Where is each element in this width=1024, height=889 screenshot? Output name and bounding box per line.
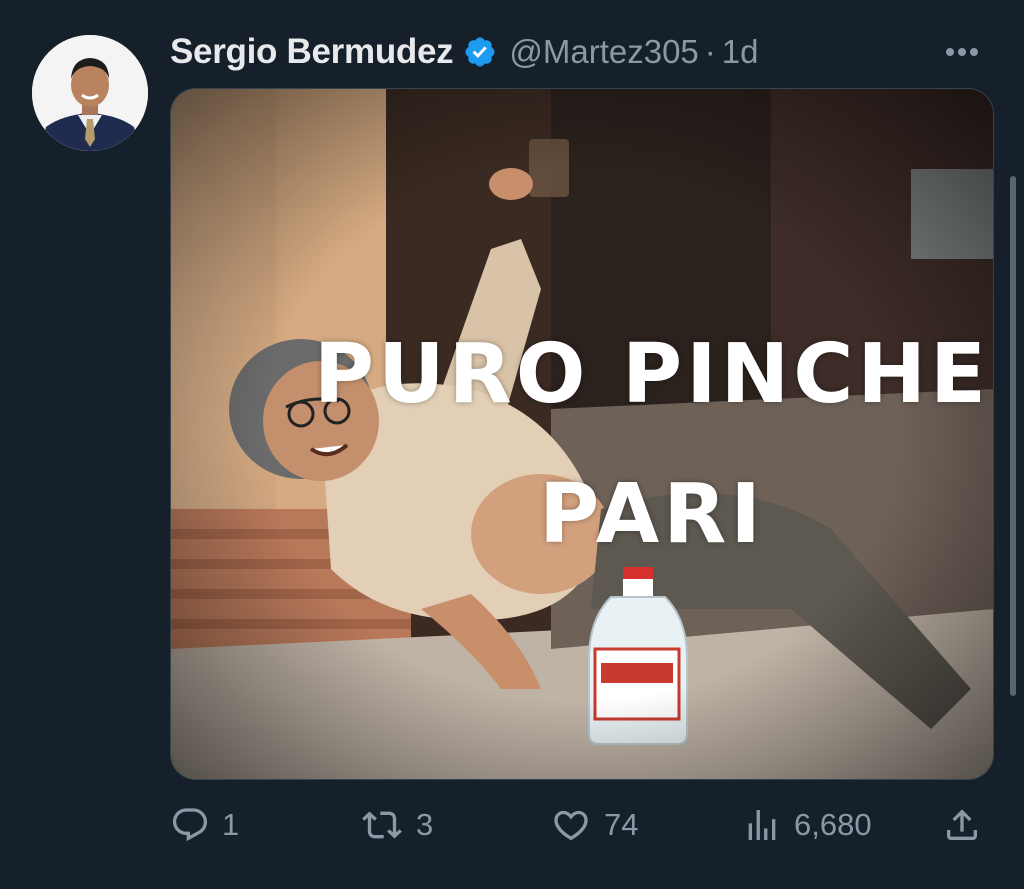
reply-icon: [170, 805, 210, 845]
share-button[interactable]: [942, 800, 982, 850]
retweet-button[interactable]: 3: [360, 800, 433, 850]
tweet-action-bar: 1 3 74 6,680: [170, 800, 992, 850]
author-display-name[interactable]: Sergio Bermudez: [170, 32, 454, 72]
verified-badge-icon: [463, 35, 497, 69]
author-handle[interactable]: @Martez305: [509, 33, 698, 71]
avatar[interactable]: [32, 35, 148, 151]
timestamp[interactable]: 1d: [722, 33, 759, 71]
tweet[interactable]: Sergio Bermudez @Martez305 · 1d PURO PIN…: [0, 0, 1024, 889]
separator-dot: ·: [704, 33, 716, 70]
meme-caption-line2: PARI: [539, 467, 765, 562]
tweet-media-image[interactable]: PURO PINCHE PARI: [170, 88, 994, 780]
more-options-icon[interactable]: [940, 30, 984, 74]
share-icon: [942, 805, 982, 845]
reply-count: 1: [222, 807, 240, 842]
scrollbar[interactable]: [1010, 176, 1016, 696]
retweet-count: 3: [416, 807, 434, 842]
avatar-image: [32, 35, 148, 151]
like-button[interactable]: 74: [550, 800, 638, 850]
heart-icon: [550, 805, 592, 845]
views-chart-icon: [742, 805, 782, 845]
like-count: 74: [604, 807, 639, 842]
meme-illustration: [171, 89, 993, 779]
views-button[interactable]: 6,680: [742, 800, 872, 850]
retweet-icon: [360, 805, 404, 845]
tweet-header: Sergio Bermudez @Martez305 · 1d: [170, 24, 1000, 80]
meme-caption-line1: PURO PINCHE: [313, 327, 991, 422]
reply-button[interactable]: 1: [170, 800, 239, 850]
views-count: 6,680: [794, 807, 872, 842]
